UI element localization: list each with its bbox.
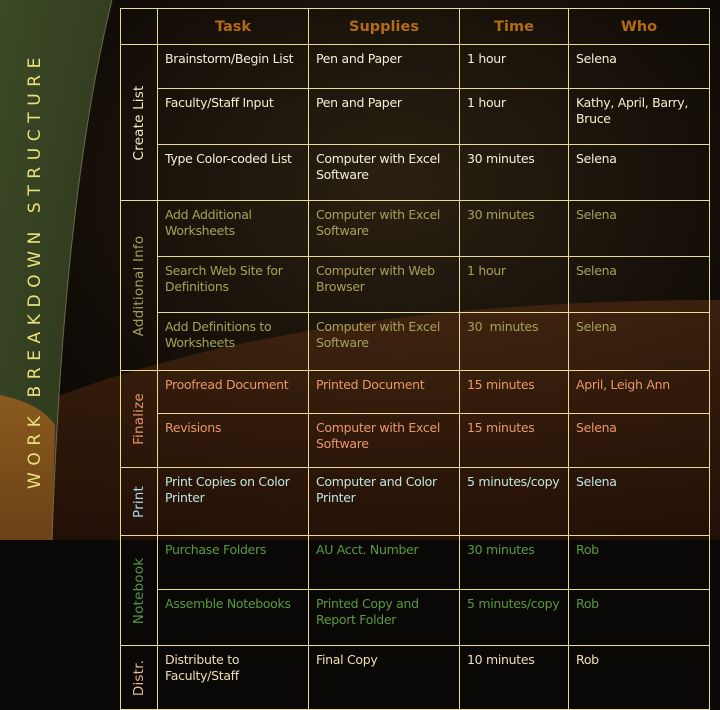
table-row: Add Definitions to Worksheets Computer w… (121, 312, 710, 371)
table-row: Assemble Notebooks Printed Copy and Repo… (121, 589, 710, 646)
supplies-cell: Computer with Excel Software (308, 200, 460, 257)
time-cell: 5 minutes/copy (459, 589, 569, 646)
who-cell: Selena (568, 256, 710, 313)
time-cell: 1 hour (459, 88, 569, 145)
supplies-cell: Computer and Color Printer (308, 467, 460, 536)
task-cell: Revisions (157, 413, 309, 468)
task-cell: Proofread Document (157, 370, 309, 414)
supplies-cell: Computer with Excel Software (308, 312, 460, 371)
header-row: Task Supplies Time Who (120, 8, 710, 45)
time-cell: 1 hour (459, 44, 569, 89)
time-cell: 1 hour (459, 256, 569, 313)
work-breakdown-table: Task Supplies Time Who Create List Brain… (120, 8, 710, 710)
task-cell: Brainstorm/Begin List (157, 44, 309, 89)
table-row: Distr. Distribute to Faculty/Staff Final… (120, 645, 710, 710)
time-cell: 5 minutes/copy (459, 467, 569, 536)
supplies-cell: Computer with Excel Software (308, 413, 460, 468)
task-cell: Faculty/Staff Input (157, 88, 309, 145)
who-cell: Rob (568, 589, 710, 646)
supplies-cell: Printed Copy and Report Folder (308, 589, 460, 646)
header-task: Task (157, 8, 309, 45)
task-cell: Purchase Folders (157, 535, 309, 590)
time-cell: 30 minutes (459, 312, 569, 371)
supplies-cell: AU Acct. Number (308, 535, 460, 590)
phase-label: Create List (131, 85, 147, 160)
supplies-cell: Computer with Web Browser (308, 256, 460, 313)
task-cell: Search Web Site for Definitions (157, 256, 309, 313)
task-cell: Distribute to Faculty/Staff (157, 645, 309, 710)
who-cell: Rob (568, 645, 710, 710)
who-cell: Selena (568, 413, 710, 468)
supplies-cell: Final Copy (308, 645, 460, 710)
table-row: Type Color-coded List Computer with Exce… (121, 144, 710, 201)
time-cell: 10 minutes (459, 645, 569, 710)
phase-label: Notebook (131, 557, 147, 624)
time-cell: 30 minutes (459, 144, 569, 201)
time-cell: 15 minutes (459, 413, 569, 468)
phase-label: Finalize (131, 393, 147, 445)
table-row: Faculty/Staff Input Pen and Paper 1 hour… (121, 88, 710, 145)
header-who: Who (568, 8, 710, 45)
phase-notebook: Notebook (120, 535, 158, 646)
time-cell: 30 minutes (459, 535, 569, 590)
table-row: Finalize Proofread Document Printed Docu… (120, 370, 710, 468)
supplies-cell: Pen and Paper (308, 44, 460, 89)
time-cell: 30 minutes (459, 200, 569, 257)
table-row: Search Web Site for Definitions Computer… (121, 256, 710, 313)
header-phase (120, 8, 158, 45)
table-row: Additional Info Add Additional Worksheet… (120, 200, 710, 371)
phase-print: Print (120, 467, 158, 536)
slide-title-vertical: WORK BREAKDOWN STRUCTURE (0, 0, 70, 540)
phase-label: Print (131, 485, 147, 518)
task-cell: Add Definitions to Worksheets (157, 312, 309, 371)
phase-label: Additional Info (131, 235, 147, 336)
table-row: Notebook Purchase Folders AU Acct. Numbe… (120, 535, 710, 646)
phase-label: Distr. (131, 659, 147, 696)
phase-additional-info: Additional Info (120, 200, 158, 371)
who-cell: Rob (568, 535, 710, 590)
supplies-cell: Computer with Excel Software (308, 144, 460, 201)
task-cell: Assemble Notebooks (157, 589, 309, 646)
who-cell: Selena (568, 467, 710, 536)
table-row: Print Print Copies on Color Printer Comp… (120, 467, 710, 536)
who-cell: Selena (568, 200, 710, 257)
who-cell: Selena (568, 44, 710, 89)
header-supplies: Supplies (308, 8, 460, 45)
supplies-cell: Pen and Paper (308, 88, 460, 145)
slide-title-text: WORK BREAKDOWN STRUCTURE (25, 50, 45, 490)
table-row: Create List Brainstorm/Begin List Pen an… (120, 44, 710, 201)
phase-create-list: Create List (120, 44, 158, 201)
who-cell: Kathy, April, Barry, Bruce (568, 88, 710, 145)
table-row: Revisions Computer with Excel Software 1… (121, 413, 710, 468)
phase-finalize: Finalize (120, 370, 158, 468)
task-cell: Type Color-coded List (157, 144, 309, 201)
header-time: Time (459, 8, 569, 45)
task-cell: Print Copies on Color Printer (157, 467, 309, 536)
supplies-cell: Printed Document (308, 370, 460, 414)
time-cell: 15 minutes (459, 370, 569, 414)
who-cell: Selena (568, 144, 710, 201)
phase-distr: Distr. (120, 645, 158, 710)
who-cell: April, Leigh Ann (568, 370, 710, 414)
task-cell: Add Additional Worksheets (157, 200, 309, 257)
who-cell: Selena (568, 312, 710, 371)
